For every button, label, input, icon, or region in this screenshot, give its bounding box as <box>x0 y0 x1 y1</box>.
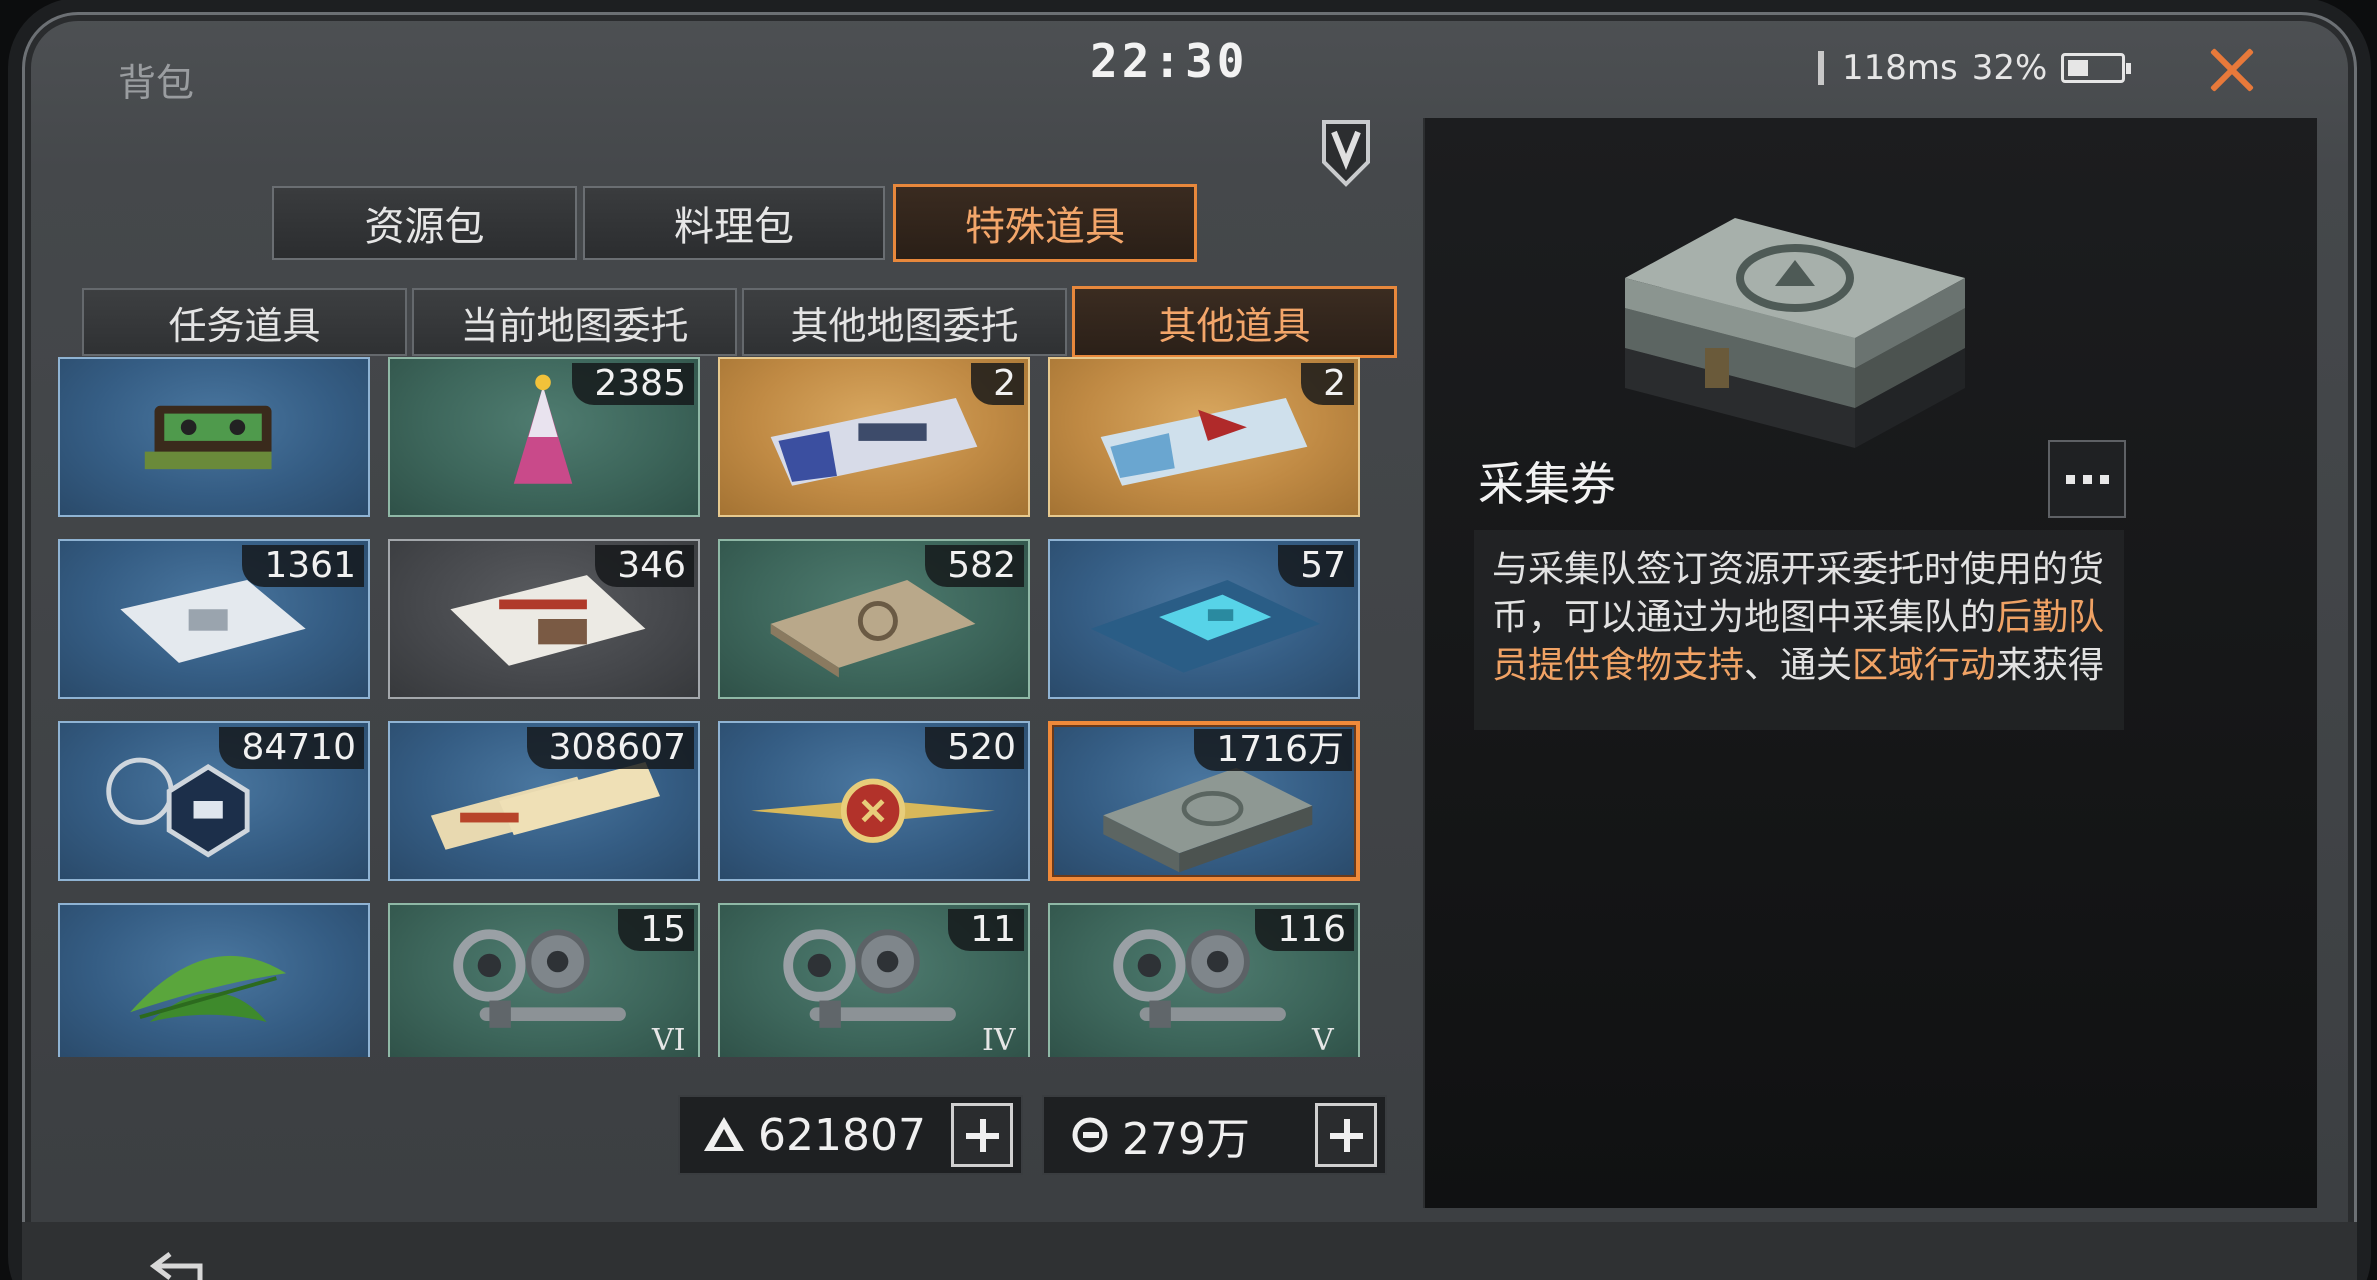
more-options-button[interactable] <box>2048 440 2126 518</box>
coin-icon <box>1072 1117 1108 1153</box>
crystal-value: 621807 <box>758 1109 926 1161</box>
item-slot[interactable]: 2 <box>1048 357 1360 517</box>
item-slot[interactable]: 308607 <box>388 721 700 881</box>
item-count: 520 <box>925 727 1024 769</box>
item-description: 与采集队签订资源开采委托时使用的货币，可以通过为地图中采集队的后勤队员提供食物支… <box>1474 530 2124 730</box>
subtab-current-map-commission[interactable]: 当前地图委托 <box>412 288 737 356</box>
item-tier: IV <box>982 1023 1016 1057</box>
add-coin-button[interactable] <box>1315 1103 1377 1167</box>
item-count: 15 <box>618 909 694 951</box>
item-slot[interactable] <box>58 357 370 517</box>
item-slot[interactable] <box>58 903 370 1057</box>
currency-coin: 279万 <box>1042 1095 1387 1175</box>
item-slot[interactable]: 57 <box>1048 539 1360 699</box>
tab-resource-pack[interactable]: 资源包 <box>272 186 577 260</box>
vip-badge-icon[interactable] <box>1318 118 1374 188</box>
item-slot[interactable]: 520 <box>718 721 1030 881</box>
cash-stack-icon <box>1625 218 1965 448</box>
item-count: 116 <box>1255 909 1354 951</box>
item-count: 57 <box>1278 545 1354 587</box>
herb-leaf-icon <box>130 955 287 1022</box>
item-slot[interactable]: 11 IV <box>718 903 1030 1057</box>
item-count: 11 <box>948 909 1024 951</box>
item-slot[interactable]: 2385 <box>388 357 700 517</box>
item-slot[interactable]: 582 <box>718 539 1030 699</box>
tab-cooking-pack[interactable]: 料理包 <box>583 186 885 260</box>
subtab-quest-items[interactable]: 任务道具 <box>82 288 407 356</box>
item-grid: 2385 2 2 1361 346 582 57 84710 308607 520 1716万 15 V… <box>58 357 1400 1057</box>
item-slot[interactable]: 84710 <box>58 721 370 881</box>
cassette-tape-icon <box>144 405 272 470</box>
clock: 22:30 <box>1090 34 1249 88</box>
item-name: 采集券 <box>1478 457 1616 511</box>
back-arrow-icon[interactable] <box>150 1250 210 1280</box>
item-slot[interactable]: 2 <box>718 357 1030 517</box>
item-slot[interactable]: 1716万 <box>1048 721 1360 881</box>
item-count: 84710 <box>219 727 364 769</box>
desc-highlight: 区域行动 <box>1852 645 1997 686</box>
battery-text: 32% <box>1971 48 2048 88</box>
coin-value: 279万 <box>1122 1114 1250 1165</box>
ping-text: 118ms <box>1842 48 1958 88</box>
item-slot[interactable]: 346 <box>388 539 700 699</box>
crystal-icon <box>704 1117 744 1151</box>
window-title: 背包 <box>118 61 195 105</box>
item-slot[interactable]: 15 VI <box>388 903 700 1057</box>
item-count: 2385 <box>572 363 694 405</box>
desc-text: 、通关 <box>1744 645 1853 686</box>
subtab-other-items[interactable]: 其他道具 <box>1072 286 1397 358</box>
desc-text: 来获得 <box>1996 645 2105 686</box>
item-count: 308607 <box>526 727 694 769</box>
battery-icon <box>2061 53 2132 83</box>
subtab-other-map-commission[interactable]: 其他地图委托 <box>742 288 1067 356</box>
bottom-bar <box>22 1222 2357 1280</box>
item-tier: V <box>1312 1023 1334 1057</box>
tab-special-items[interactable]: 特殊道具 <box>893 184 1197 262</box>
item-tier: VI <box>652 1023 686 1057</box>
item-count: 346 <box>595 545 694 587</box>
item-slot[interactable]: 1361 <box>58 539 370 699</box>
item-count: 2 <box>1301 363 1354 405</box>
item-slot[interactable]: 116 V <box>1048 903 1360 1057</box>
item-count: 1716万 <box>1194 729 1352 771</box>
status-bar: 118ms 32% <box>1818 48 2132 88</box>
item-count: 2 <box>971 363 1024 405</box>
close-button[interactable] <box>2200 38 2264 102</box>
signal-icon <box>1818 51 1824 85</box>
add-crystal-button[interactable] <box>951 1103 1013 1167</box>
item-count: 582 <box>925 545 1024 587</box>
item-count: 1361 <box>242 545 364 587</box>
currency-crystal: 621807 <box>678 1095 1023 1175</box>
